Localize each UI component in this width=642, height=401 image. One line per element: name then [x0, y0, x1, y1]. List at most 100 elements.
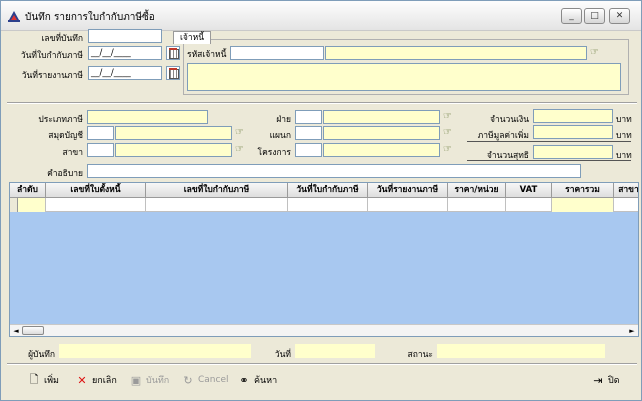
lookup-icon[interactable]: ☞: [443, 111, 457, 123]
close-window-button[interactable]: ✕: [609, 8, 630, 24]
row-selector[interactable]: [10, 198, 18, 212]
vat-input[interactable]: [533, 125, 613, 139]
divider: [7, 102, 637, 104]
column-header[interactable]: วันที่ใบกำกับภาษี: [288, 183, 368, 198]
department-label: แผนก: [269, 131, 291, 141]
column-header[interactable]: เลขที่ใบกำกับภาษี: [146, 183, 288, 198]
add-button[interactable]: 🗋 เพิ่ม: [27, 371, 59, 389]
lookup-icon[interactable]: ☞: [443, 127, 457, 139]
total-divider: [467, 141, 631, 142]
branch-name-field: [115, 143, 232, 157]
maximize-button[interactable]: □: [584, 8, 605, 24]
binoculars-icon: ⚭: [239, 373, 249, 387]
creditor-code-input[interactable]: [230, 46, 324, 60]
tab-creditor[interactable]: เจ้าหนี้: [173, 31, 212, 44]
branch-code-input[interactable]: [87, 143, 114, 157]
doc-no-input[interactable]: [88, 29, 162, 43]
calendar-icon[interactable]: [166, 46, 180, 60]
floppy-disk-icon: ▣: [130, 373, 142, 387]
date-field: [295, 344, 375, 358]
new-document-icon: 🗋: [29, 372, 39, 386]
column-header[interactable]: ราคารวม: [552, 183, 614, 198]
project-name-field: [323, 143, 440, 157]
date-label: วันที่: [274, 350, 291, 360]
calendar-icon[interactable]: [166, 66, 180, 80]
scroll-left-icon[interactable]: ◄: [11, 326, 21, 336]
tax-type-label: ประเภทภาษี: [38, 115, 83, 125]
table-row[interactable]: [10, 198, 638, 212]
department-name-field: [323, 126, 440, 140]
table-cell[interactable]: [368, 198, 448, 212]
search-button[interactable]: ⚭ ค้นหา: [237, 371, 277, 389]
main-window: บันทึก รายการใบกำกับภาษีซื้อ _ □ ✕ เลขที…: [0, 0, 642, 401]
state-field: [437, 344, 605, 358]
division-label: ฝ่าย: [276, 115, 291, 125]
amount-label: จำนวนเงิน: [489, 115, 529, 125]
app-logo-icon: [8, 11, 20, 22]
account-book-name-field: [115, 126, 232, 140]
description-input[interactable]: [87, 164, 581, 178]
project-code-input[interactable]: [295, 143, 322, 157]
branch-label: สาขา: [62, 148, 83, 158]
save-label: บันทึก: [146, 376, 170, 386]
lookup-icon[interactable]: ☞: [590, 47, 604, 59]
horizontal-scrollbar[interactable]: ◄ ►: [10, 324, 638, 336]
search-label: ค้นหา: [254, 376, 278, 386]
scroll-right-icon[interactable]: ►: [627, 326, 637, 336]
red-x-icon: ✕: [77, 373, 87, 387]
report-date-input[interactable]: __/__/____: [88, 66, 162, 80]
exit-door-icon: ⇥: [593, 373, 603, 387]
tax-type-select[interactable]: [87, 110, 208, 124]
creditor-code-label: รหัสเจ้าหนี้: [187, 50, 227, 60]
minimize-button[interactable]: _: [561, 8, 582, 24]
invoice-date-label: วันที่ใบกำกับภาษี: [20, 51, 83, 61]
total-underline: [467, 160, 631, 161]
account-book-label: สมุดบัญชี: [48, 131, 83, 141]
division-code-input[interactable]: [295, 110, 322, 124]
doc-no-label: เลขที่บันทึก: [41, 34, 83, 44]
column-header[interactable]: VAT: [506, 183, 552, 198]
close-label: ปิด: [608, 376, 620, 386]
table-cell[interactable]: [448, 198, 506, 212]
amount-unit: บาท: [616, 115, 632, 125]
invoice-date-input[interactable]: __/__/____: [88, 46, 162, 60]
table-cell[interactable]: [506, 198, 552, 212]
window-title: บันทึก รายการใบกำกับภาษีซื้อ: [25, 12, 155, 23]
column-header[interactable]: เลขที่ใบตั้งหนี้: [46, 183, 146, 198]
table-cell[interactable]: [288, 198, 368, 212]
scrollbar-thumb[interactable]: [22, 326, 44, 335]
account-book-code-input[interactable]: [87, 126, 114, 140]
items-grid[interactable]: ลำดับ เลขที่ใบตั้งหนี้ เลขที่ใบกำกับภาษี…: [9, 182, 639, 337]
save-button[interactable]: ▣ บันทึก: [129, 371, 169, 389]
cancel-edit-button[interactable]: ✕ ยกเลิก: [75, 371, 117, 389]
cancel-label: Cancel: [198, 375, 229, 385]
amount-input[interactable]: [533, 109, 613, 123]
title-bar[interactable]: บันทึก รายการใบกำกับภาษีซื้อ _ □ ✕: [1, 1, 641, 31]
creditor-memo-field: [187, 63, 621, 91]
division-name-field: [323, 110, 440, 124]
description-label: คำอธิบาย: [47, 169, 83, 179]
vat-unit: บาท: [616, 131, 632, 141]
cancel-button[interactable]: ↻ Cancel: [181, 371, 229, 389]
column-header[interactable]: สาขา: [614, 183, 638, 198]
recorder-label: ผู้บันทึก: [28, 350, 55, 360]
table-cell[interactable]: [146, 198, 288, 212]
table-cell[interactable]: [46, 198, 146, 212]
state-label: สถานะ: [407, 350, 433, 360]
close-button[interactable]: ⇥ ปิด: [591, 371, 620, 389]
grid-header: ลำดับ เลขที่ใบตั้งหนี้ เลขที่ใบกำกับภาษี…: [10, 183, 638, 198]
add-label: เพิ่ม: [44, 376, 59, 386]
project-label: โครงการ: [257, 148, 291, 158]
column-header[interactable]: วันที่รายงานภาษี: [368, 183, 448, 198]
column-header[interactable]: ลำดับ: [10, 183, 46, 198]
undo-icon: ↻: [183, 373, 193, 387]
department-code-input[interactable]: [295, 126, 322, 140]
table-cell[interactable]: [614, 198, 638, 212]
column-header[interactable]: ราคา/หน่วย: [448, 183, 506, 198]
divider: [7, 363, 637, 365]
lookup-icon[interactable]: ☞: [443, 144, 457, 156]
creditor-name-field: [325, 46, 587, 60]
vat-label: ภาษีมูลค่าเพิ่ม: [477, 131, 529, 141]
cancel-edit-label: ยกเลิก: [92, 376, 117, 386]
table-cell[interactable]: [552, 198, 614, 212]
